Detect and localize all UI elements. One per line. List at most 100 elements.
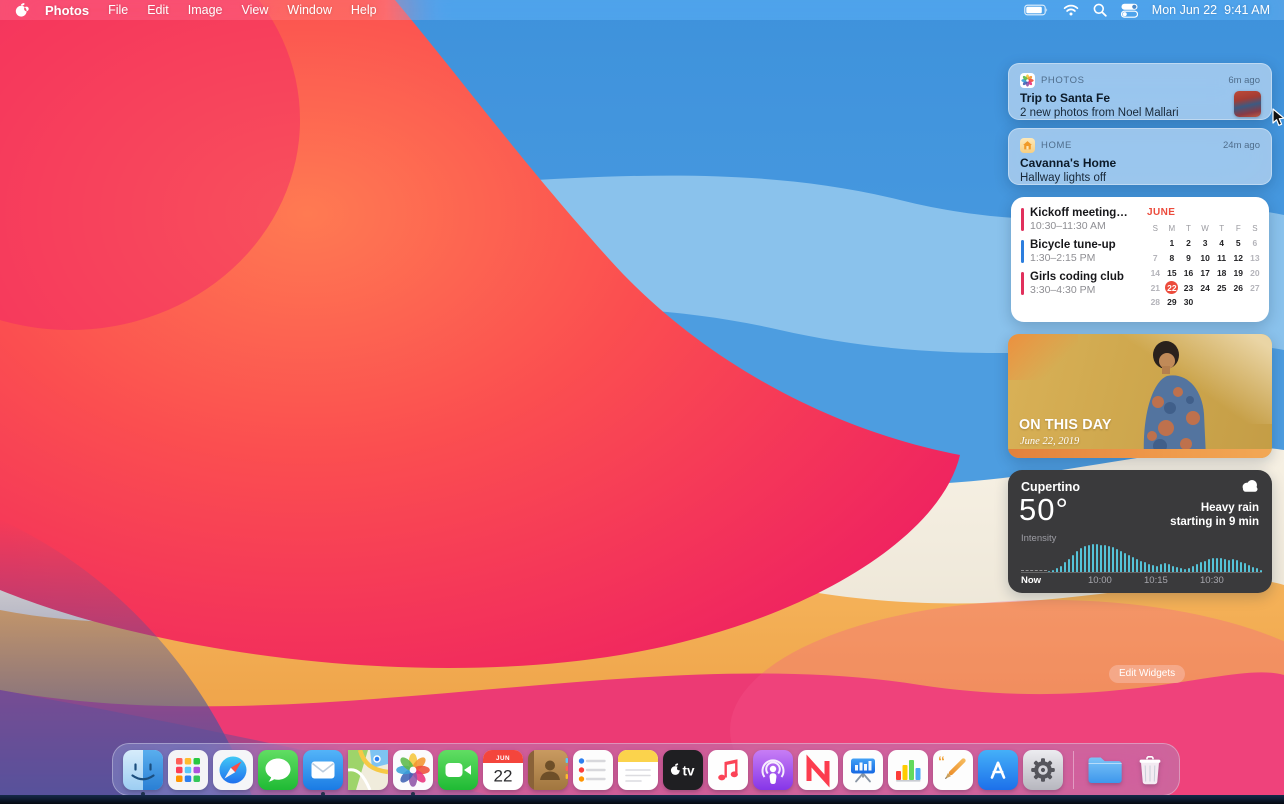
dock-item-contacts[interactable]: [528, 750, 568, 790]
day-1[interactable]: 1: [1164, 236, 1181, 251]
day-4[interactable]: 4: [1213, 236, 1230, 251]
edit-widgets-button[interactable]: Edit Widgets: [1109, 665, 1185, 683]
photos-icon: [393, 750, 433, 790]
weather-widget[interactable]: Cupertino 50° Heavy rain starting in 9 m…: [1008, 470, 1272, 593]
dock-item-news[interactable]: [798, 750, 838, 790]
day-8[interactable]: 8: [1164, 251, 1181, 266]
dock-item-keynote[interactable]: [843, 750, 883, 790]
dock-item-finder[interactable]: [123, 750, 163, 790]
day-16[interactable]: 16: [1180, 265, 1197, 280]
day-24[interactable]: 24: [1197, 280, 1214, 295]
menu-edit[interactable]: Edit: [147, 3, 169, 17]
dock-item-podcasts[interactable]: [753, 750, 793, 790]
calendar-icon: JUN 22: [483, 750, 523, 790]
day-17[interactable]: 17: [1197, 265, 1214, 280]
intensity-bar: [1220, 558, 1222, 572]
intensity-bar: [1112, 547, 1114, 572]
svg-text:22: 22: [493, 766, 512, 785]
day-19[interactable]: 19: [1230, 265, 1247, 280]
intensity-bar: [1224, 559, 1226, 572]
calendar-widget[interactable]: Kickoff meeting… 10:30–11:30 AM Bicycle …: [1011, 197, 1269, 322]
day-2[interactable]: 2: [1180, 236, 1197, 251]
day-18[interactable]: 18: [1213, 265, 1230, 280]
day-22[interactable]: 22: [1164, 280, 1181, 295]
menu-window[interactable]: Window: [287, 3, 331, 17]
day-25[interactable]: 25: [1213, 280, 1230, 295]
dock-item-maps[interactable]: [348, 750, 388, 790]
dock-item-messages[interactable]: [258, 750, 298, 790]
day-15[interactable]: 15: [1164, 265, 1181, 280]
day-6[interactable]: 6: [1247, 236, 1264, 251]
control-center-icon[interactable]: [1121, 3, 1138, 18]
day-7[interactable]: 7: [1147, 251, 1164, 266]
intensity-bar: [1064, 562, 1066, 572]
intensity-bar: [1236, 560, 1238, 572]
intensity-bar: [1216, 558, 1218, 572]
dock-item-trash[interactable]: [1130, 750, 1170, 790]
day-9[interactable]: 9: [1180, 251, 1197, 266]
day-27[interactable]: 27: [1247, 280, 1264, 295]
dock-item-facetime[interactable]: [438, 750, 478, 790]
dock-item-mail[interactable]: [303, 750, 343, 790]
menu-bar-clock[interactable]: Mon Jun 22 9:41 AM: [1152, 3, 1270, 17]
day-26[interactable]: 26: [1230, 280, 1247, 295]
messages-icon: [258, 750, 298, 790]
dock-item-safari[interactable]: [213, 750, 253, 790]
notification-photos[interactable]: PHOTOS 6m ago Trip to Santa Fe 2 new pho…: [1008, 63, 1272, 120]
intensity-bar: [1120, 551, 1122, 572]
day-29[interactable]: 29: [1164, 295, 1181, 310]
battery-icon[interactable]: [1024, 3, 1049, 17]
wifi-icon[interactable]: [1063, 4, 1079, 16]
day-30[interactable]: 30: [1180, 295, 1197, 310]
dock-item-reminders[interactable]: [573, 750, 613, 790]
day-23[interactable]: 23: [1180, 280, 1197, 295]
menu-file[interactable]: File: [108, 3, 128, 17]
chart-x-axis: Now 10:00 10:15 10:30: [1008, 575, 1272, 587]
notification-home[interactable]: HOME 24m ago Cavanna's Home Hallway ligh…: [1008, 128, 1272, 185]
svg-text:tv: tv: [682, 763, 694, 778]
dock-item-pages[interactable]: “: [933, 750, 973, 790]
dock-item-appstore[interactable]: A: [978, 750, 1018, 790]
dock-item-launchpad[interactable]: [168, 750, 208, 790]
active-app-name[interactable]: Photos: [45, 3, 89, 18]
dock-item-downloads[interactable]: [1085, 750, 1125, 790]
dock-item-music[interactable]: [708, 750, 748, 790]
home-app-icon: [1020, 138, 1035, 153]
notification-timestamp: 24m ago: [1223, 140, 1260, 151]
day-21[interactable]: 21: [1147, 280, 1164, 295]
dock-item-tv[interactable]: tv: [663, 750, 703, 790]
intensity-bar: [1108, 546, 1110, 572]
day-20[interactable]: 20: [1247, 265, 1264, 280]
dock-item-calendar[interactable]: JUN 22: [483, 750, 523, 790]
menu-view[interactable]: View: [242, 3, 269, 17]
calendar-event[interactable]: Girls coding club 3:30–4:30 PM: [1021, 271, 1139, 296]
mail-icon: [303, 750, 343, 790]
dock-item-photos[interactable]: [393, 750, 433, 790]
day-3[interactable]: 3: [1197, 236, 1214, 251]
intensity-bar: [1132, 557, 1134, 572]
menu-image[interactable]: Image: [188, 3, 223, 17]
photos-on-this-day-widget[interactable]: ON THIS DAY June 22, 2019: [1008, 334, 1272, 458]
apple-menu-icon[interactable]: [14, 2, 29, 18]
intensity-bar: [1200, 562, 1202, 572]
dock-item-numbers[interactable]: [888, 750, 928, 790]
spotlight-search-icon[interactable]: [1093, 3, 1107, 17]
day-5[interactable]: 5: [1230, 236, 1247, 251]
day-11[interactable]: 11: [1213, 251, 1230, 266]
day-13[interactable]: 13: [1247, 251, 1264, 266]
day-10[interactable]: 10: [1197, 251, 1214, 266]
menu-help[interactable]: Help: [351, 3, 377, 17]
calendar-event[interactable]: Bicycle tune-up 1:30–2:15 PM: [1021, 239, 1139, 264]
person-photo: [1104, 334, 1234, 458]
day-28[interactable]: 28: [1147, 295, 1164, 310]
day-14[interactable]: 14: [1147, 265, 1164, 280]
downloads-icon: [1085, 750, 1125, 790]
intensity-bar: [1232, 559, 1234, 572]
day-12[interactable]: 12: [1230, 251, 1247, 266]
notification-photo-thumbnail: [1234, 91, 1261, 117]
dock-item-settings[interactable]: [1023, 750, 1063, 790]
intensity-bar: [1160, 564, 1162, 572]
intensity-label: Intensity: [1021, 533, 1056, 544]
calendar-event[interactable]: Kickoff meeting… 10:30–11:30 AM: [1021, 207, 1139, 232]
dock-item-notes[interactable]: [618, 750, 658, 790]
